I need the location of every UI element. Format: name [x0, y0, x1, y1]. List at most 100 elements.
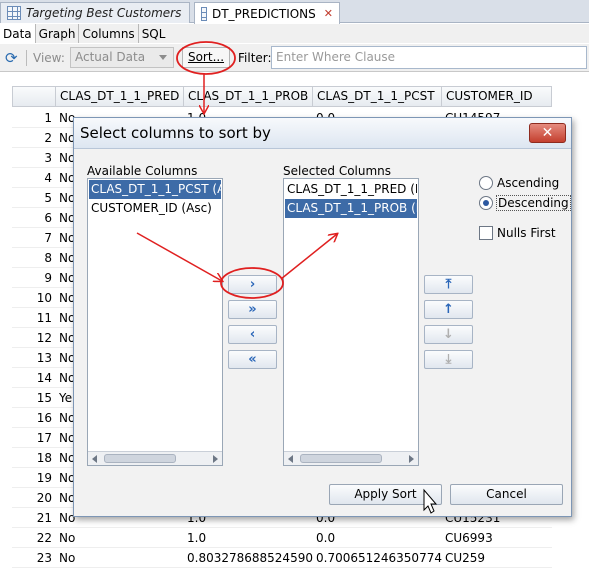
move-top-icon: ⤒	[445, 277, 452, 292]
filter-label: Filter:	[238, 51, 272, 65]
row-number: 10	[12, 288, 56, 308]
move-all-right-icon: »	[248, 302, 257, 317]
move-right-button[interactable]: ›	[228, 275, 277, 294]
tab-sql[interactable]: SQL	[139, 24, 169, 43]
editor-tab-targeting[interactable]: Targeting Best Customers	[0, 2, 190, 23]
scroll-right-icon[interactable]	[409, 455, 414, 463]
descending-label[interactable]: Descending	[496, 195, 571, 211]
column-header[interactable]: CLAS_DT_1_1_PROB	[184, 86, 313, 107]
list-item[interactable]: CLAS_DT_1_1_PCST (A	[89, 180, 221, 199]
row-number: 23	[12, 548, 56, 568]
ascending-label[interactable]: Ascending	[497, 176, 559, 190]
table-cell[interactable]: 0.0	[313, 528, 442, 548]
row-number-header	[12, 86, 56, 107]
close-tab-icon[interactable]: ✕	[324, 7, 333, 20]
row-number: 4	[12, 168, 56, 188]
move-up-button[interactable]: ↑	[424, 300, 473, 319]
view-select[interactable]: Actual Data	[70, 47, 174, 68]
close-icon[interactable]: ✕	[529, 123, 566, 143]
ascending-radio[interactable]	[479, 176, 493, 190]
row-number: 6	[12, 208, 56, 228]
move-down-button[interactable]: ↓	[424, 325, 473, 344]
column-header[interactable]: CLAS_DT_1_1_PCST	[313, 86, 442, 107]
grid-header: CLAS_DT_1_1_PRED CLAS_DT_1_1_PROB CLAS_D…	[12, 86, 552, 107]
scroll-thumb[interactable]	[300, 454, 382, 463]
table-cell[interactable]: 0.7006512463507748	[313, 548, 442, 568]
scroll-left-icon[interactable]	[288, 455, 293, 463]
dialog-title: Select columns to sort by	[74, 118, 571, 149]
row-number: 8	[12, 248, 56, 268]
table-row[interactable]: 23 No 0.8032786885245902 0.7006512463507748…	[12, 548, 552, 568]
move-all-right-button[interactable]: »	[228, 300, 277, 319]
row-number: 11	[12, 308, 56, 328]
view-label: View:	[33, 51, 65, 65]
nulls-first-checkbox[interactable]	[479, 226, 493, 240]
horizontal-scrollbar[interactable]	[88, 451, 222, 465]
scroll-right-icon[interactable]	[213, 455, 218, 463]
table-cell[interactable]: 0.8032786885245902	[184, 548, 313, 568]
table-cell[interactable]: 1.0	[184, 528, 313, 548]
table-icon	[201, 6, 207, 21]
row-number: 16	[12, 408, 56, 428]
view-subtabs: Data Graph Columns SQL	[0, 24, 589, 43]
filter-input[interactable]: Enter Where Clause	[271, 46, 587, 69]
row-number: 19	[12, 468, 56, 488]
editor-tab-dt-predictions[interactable]: DT_PREDICTIONS ✕	[194, 2, 340, 24]
move-bottom-icon: ⤓	[445, 352, 452, 367]
column-header[interactable]: CLAS_DT_1_1_PRED	[56, 86, 184, 107]
selected-columns-list[interactable]: CLAS_DT_1_1_PRED (D CLAS_DT_1_1_PROB (D	[283, 178, 419, 466]
row-number: 12	[12, 328, 56, 348]
move-left-button[interactable]: ‹	[228, 325, 277, 344]
toolbar-divider	[26, 50, 27, 66]
cancel-button[interactable]: Cancel	[450, 484, 563, 505]
row-number: 5	[12, 188, 56, 208]
workflow-icon	[7, 6, 21, 20]
list-item[interactable]: CLAS_DT_1_1_PRED (D	[285, 180, 417, 199]
available-columns-label: Available Columns	[87, 164, 198, 178]
row-number: 20	[12, 488, 56, 508]
sort-button[interactable]: Sort...	[182, 47, 230, 68]
table-row[interactable]: 22 No 1.0 0.0 CU6993	[12, 528, 552, 548]
editor-tab-label: DT_PREDICTIONS	[211, 6, 316, 21]
move-to-bottom-button[interactable]: ⤓	[424, 350, 473, 369]
scroll-thumb[interactable]	[104, 454, 176, 463]
nulls-first-label[interactable]: Nulls First	[497, 226, 556, 240]
row-number: 22	[12, 528, 56, 548]
row-number: 21	[12, 508, 56, 528]
move-to-top-button[interactable]: ⤒	[424, 275, 473, 294]
table-cell[interactable]: CU259	[442, 548, 552, 568]
editor-tab-label: Targeting Best Customers	[26, 6, 182, 20]
list-item[interactable]: CUSTOMER_ID (Asc)	[89, 199, 221, 218]
horizontal-scrollbar[interactable]	[284, 451, 418, 465]
table-cell[interactable]: No	[56, 548, 184, 568]
move-left-icon: ‹	[249, 327, 256, 342]
chevron-down-icon	[159, 55, 167, 60]
move-down-icon: ↓	[443, 327, 454, 342]
descending-radio[interactable]	[479, 196, 493, 210]
sort-dialog: Select columns to sort by ✕ Available Co…	[73, 117, 572, 517]
selected-columns-label: Selected Columns	[283, 164, 392, 178]
table-cell[interactable]: CU6993	[442, 528, 552, 548]
row-number: 17	[12, 428, 56, 448]
tab-columns[interactable]: Columns	[79, 24, 139, 43]
available-columns-list[interactable]: CLAS_DT_1_1_PCST (A CUSTOMER_ID (Asc)	[87, 178, 223, 466]
apply-sort-button[interactable]: Apply Sort	[329, 484, 442, 505]
tab-data[interactable]: Data	[0, 24, 36, 43]
row-number: 1	[12, 108, 56, 128]
move-all-left-button[interactable]: «	[228, 350, 277, 369]
row-number: 14	[12, 368, 56, 388]
column-header[interactable]: CUSTOMER_ID	[442, 86, 552, 107]
move-right-icon: ›	[249, 277, 256, 292]
list-item[interactable]: CLAS_DT_1_1_PROB (D	[285, 199, 417, 218]
move-up-icon: ↑	[443, 302, 454, 317]
row-number: 3	[12, 148, 56, 168]
tab-graph[interactable]: Graph	[36, 24, 80, 43]
editor-tab-bar: Targeting Best Customers DT_PREDICTIONS …	[0, 0, 589, 24]
row-number: 9	[12, 268, 56, 288]
move-all-left-icon: «	[248, 352, 257, 367]
data-toolbar: ⟳ View: Actual Data Sort... Filter: Ente…	[0, 44, 589, 72]
refresh-icon[interactable]: ⟳	[5, 50, 21, 66]
table-cell[interactable]: No	[56, 528, 184, 548]
view-select-value: Actual Data	[75, 50, 146, 64]
scroll-left-icon[interactable]	[92, 455, 97, 463]
